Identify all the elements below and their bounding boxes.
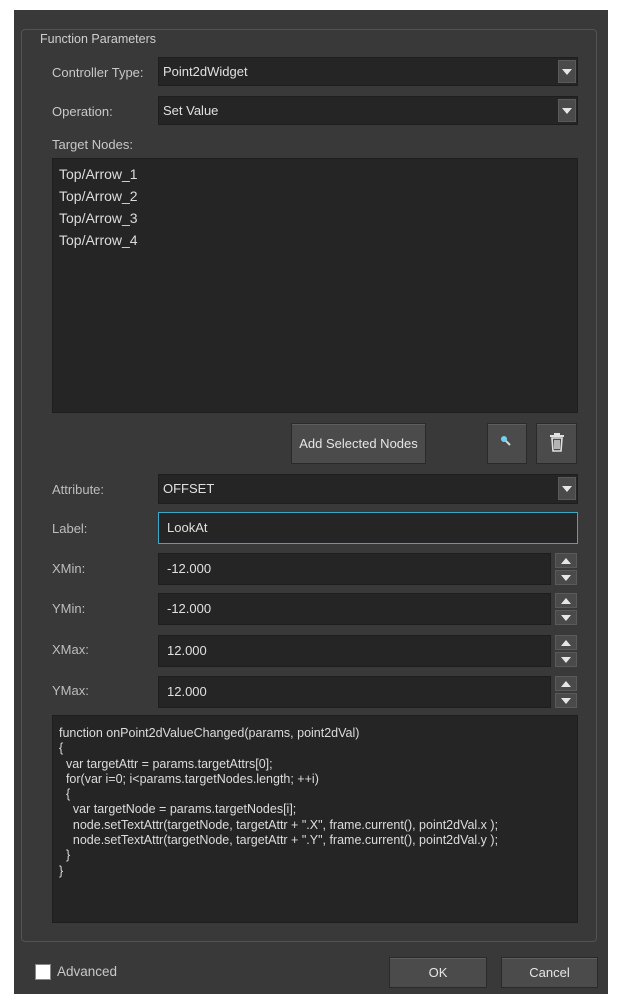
chevron-up-icon[interactable] xyxy=(555,676,577,691)
list-item[interactable]: Top/Arrow_4 xyxy=(59,229,577,251)
chevron-up-icon[interactable] xyxy=(555,635,577,650)
operation-select[interactable]: Set Value xyxy=(158,96,578,125)
operation-label: Operation: xyxy=(52,104,113,119)
ok-button[interactable]: OK xyxy=(389,957,487,988)
ymax-label: YMax: xyxy=(52,683,89,698)
script-editor[interactable]: function onPoint2dValueChanged(params, p… xyxy=(52,715,578,923)
controller-type-value: Point2dWidget xyxy=(163,64,248,79)
chevron-down-icon[interactable] xyxy=(555,610,577,625)
advanced-checkbox[interactable] xyxy=(35,964,51,980)
attribute-value: OFFSET xyxy=(163,481,215,496)
chevron-down-icon[interactable] xyxy=(555,693,577,708)
ymin-input[interactable]: -12.000 xyxy=(158,593,551,625)
xmax-input[interactable]: 12.000 xyxy=(158,635,551,667)
xmin-input[interactable]: -12.000 xyxy=(158,553,551,585)
attribute-select[interactable]: OFFSET xyxy=(158,474,578,504)
eyedropper-icon xyxy=(500,435,514,452)
xmax-label: XMax: xyxy=(52,642,89,657)
controller-type-label: Controller Type: xyxy=(52,65,144,80)
target-nodes-list[interactable]: Top/Arrow_1 Top/Arrow_2 Top/Arrow_3 Top/… xyxy=(52,158,578,413)
ymin-label: YMin: xyxy=(52,601,86,616)
chevron-down-icon[interactable] xyxy=(558,477,576,500)
ymax-input[interactable]: 12.000 xyxy=(158,676,551,708)
pick-node-button[interactable] xyxy=(487,423,527,464)
label-field-label: Label: xyxy=(52,521,88,536)
trash-icon xyxy=(548,432,566,455)
chevron-down-icon[interactable] xyxy=(555,570,577,585)
ymin-stepper[interactable] xyxy=(555,593,577,625)
attribute-label: Attribute: xyxy=(52,482,105,497)
label-input[interactable]: LookAt xyxy=(158,512,578,544)
cancel-button[interactable]: Cancel xyxy=(501,957,598,988)
xmax-stepper[interactable] xyxy=(555,635,577,667)
chevron-down-icon[interactable] xyxy=(558,60,576,83)
list-item[interactable]: Top/Arrow_2 xyxy=(59,185,577,207)
list-item[interactable]: Top/Arrow_3 xyxy=(59,207,577,229)
xmin-stepper[interactable] xyxy=(555,553,577,585)
chevron-down-icon[interactable] xyxy=(558,99,576,122)
advanced-label: Advanced xyxy=(57,964,118,979)
chevron-down-icon[interactable] xyxy=(555,652,577,667)
ymax-stepper[interactable] xyxy=(555,676,577,708)
chevron-up-icon[interactable] xyxy=(555,553,577,568)
group-title: Function Parameters xyxy=(36,32,161,46)
target-nodes-label: Target Nodes: xyxy=(52,137,133,152)
xmin-label: XMin: xyxy=(52,561,86,576)
list-item[interactable]: Top/Arrow_1 xyxy=(59,163,577,185)
delete-nodes-button[interactable] xyxy=(536,423,577,464)
chevron-up-icon[interactable] xyxy=(555,593,577,608)
operation-value: Set Value xyxy=(163,103,219,118)
controller-type-select[interactable]: Point2dWidget xyxy=(158,57,578,86)
add-selected-nodes-button[interactable]: Add Selected Nodes xyxy=(291,423,426,464)
